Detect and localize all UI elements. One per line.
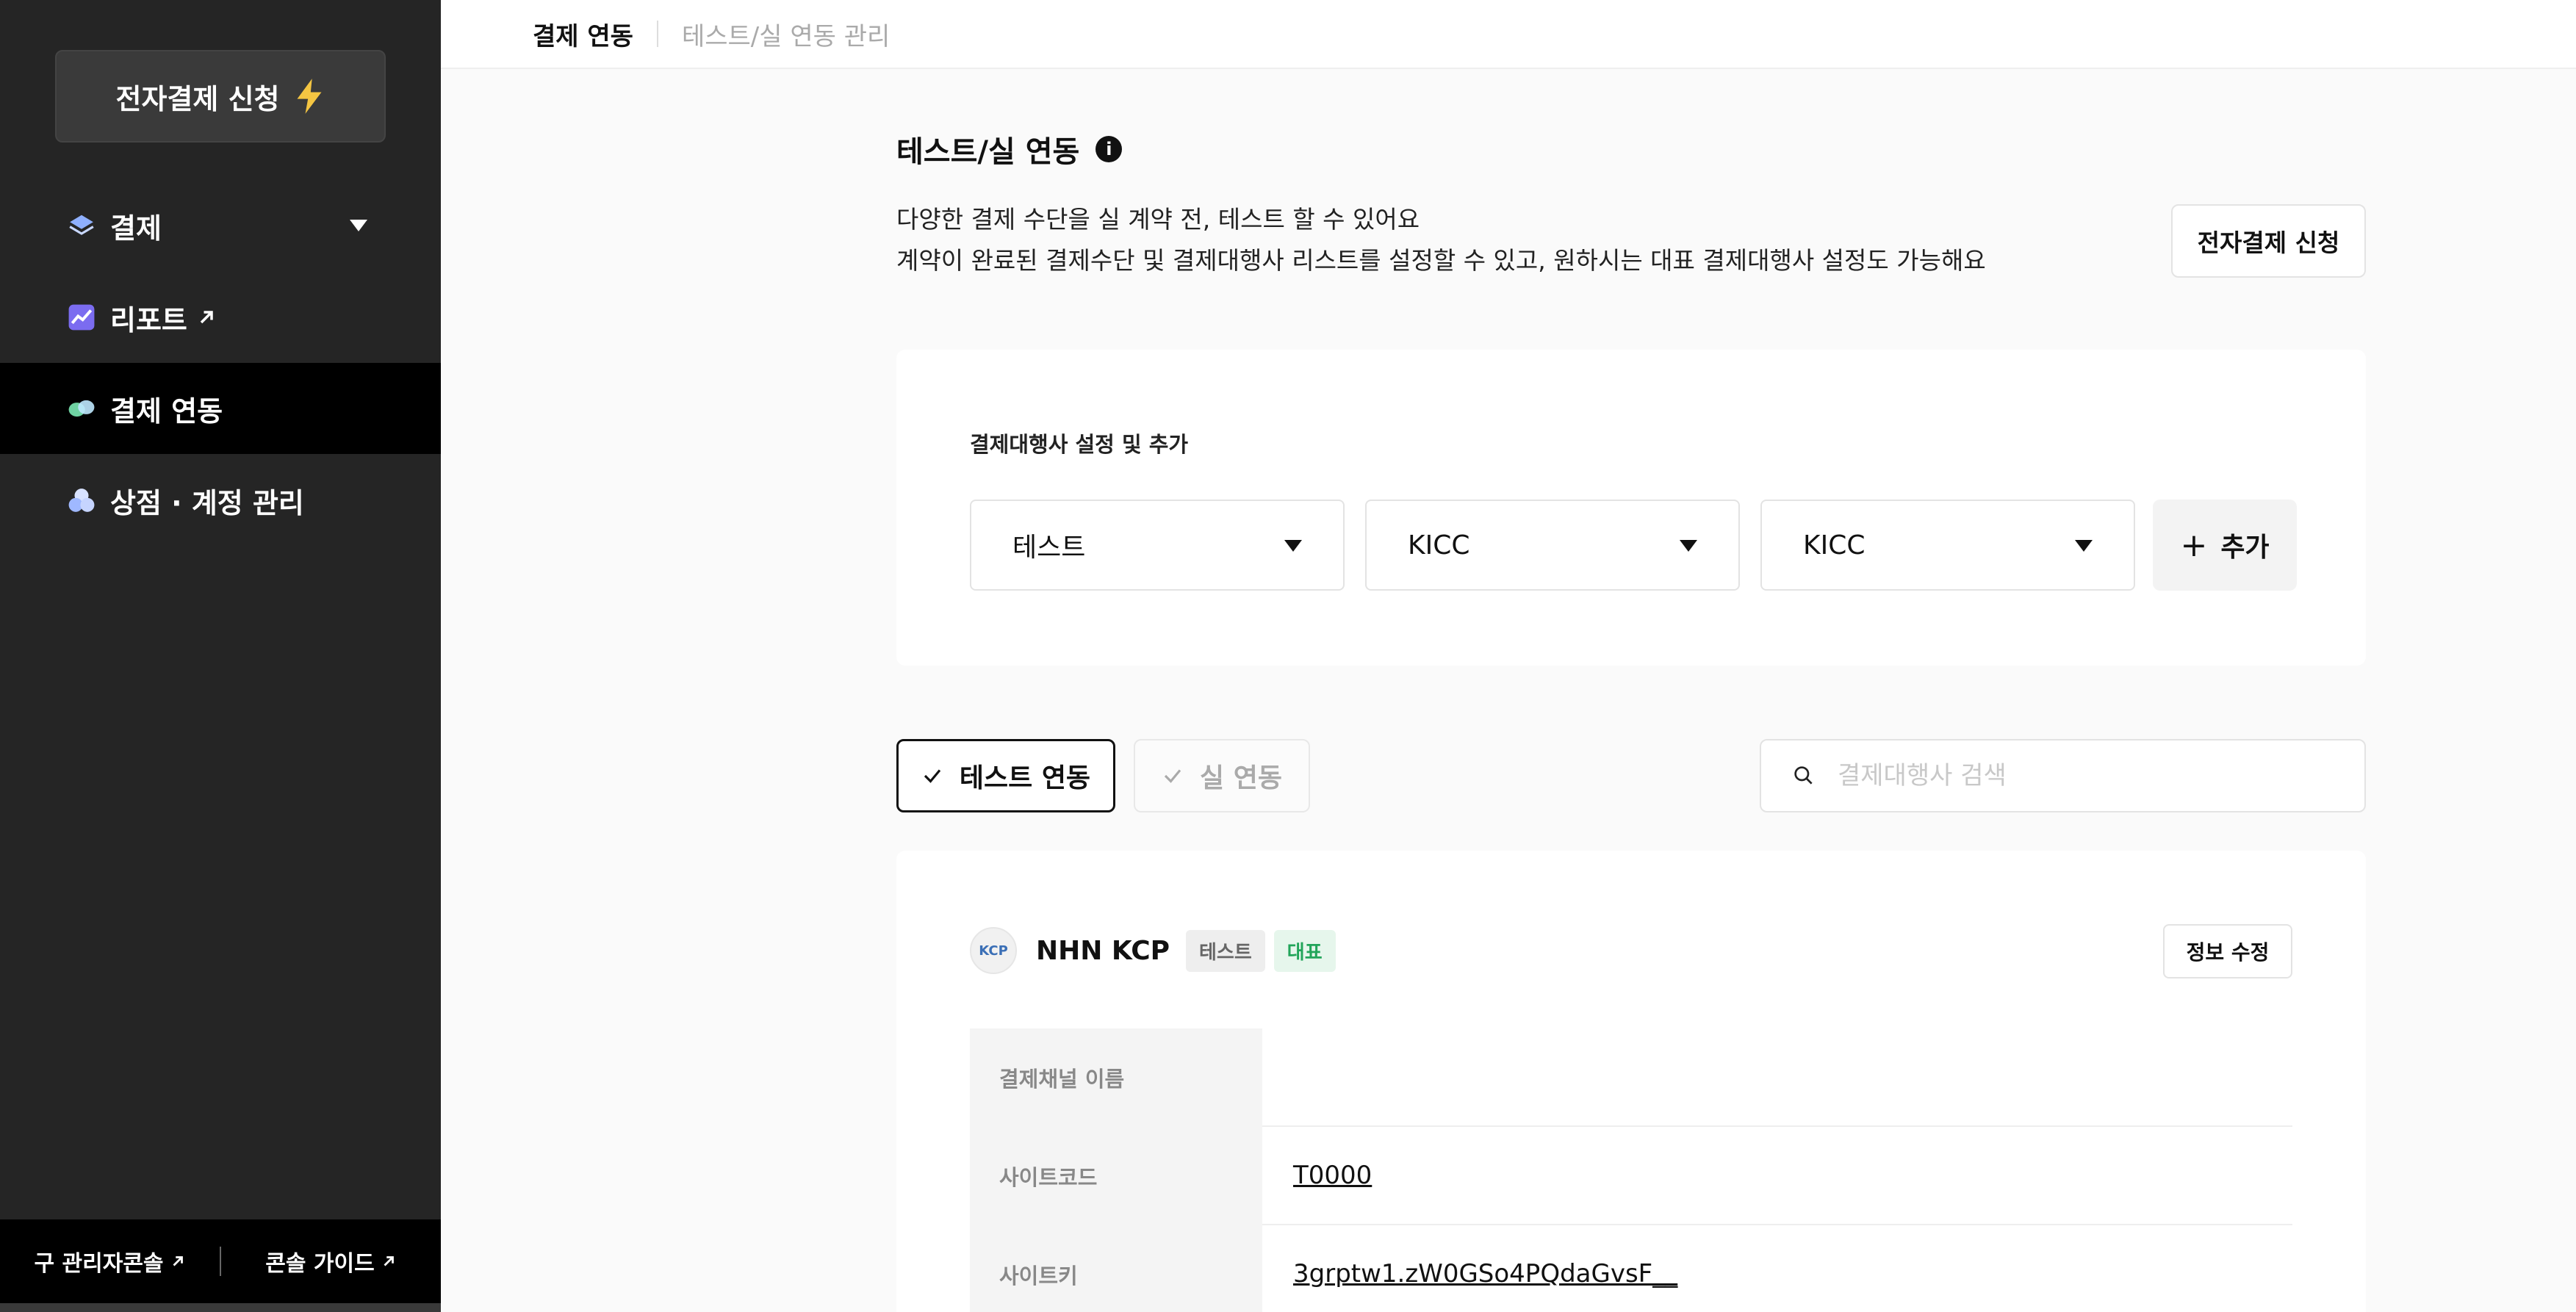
apply-payment-button[interactable]: 전자결제 신청 <box>2171 204 2366 278</box>
search-icon <box>1794 766 1813 785</box>
app-root: 전자결제 신청 결제 리포트 결제 연동 상점 · 계정 관리 구 관리자콘솔 … <box>0 0 2576 1312</box>
live-integration-label: 실 연동 <box>1200 763 1282 793</box>
pg-sub-select[interactable]: KICC <box>1760 500 2135 591</box>
pg-detail-card: KCP NHN KCP 테스트 대표 정보 수정 결제채널 이름 사이트코드 T… <box>896 851 2366 1312</box>
pg-select-value: KICC <box>1408 530 1470 561</box>
external-link-icon <box>200 311 213 324</box>
sidebar-item-label: 상점 · 계정 관리 <box>110 486 304 519</box>
check-icon <box>924 769 941 783</box>
console-guide-label: 콘솔 가이드 <box>265 1251 375 1277</box>
add-pg-button[interactable]: + 추가 <box>2153 500 2297 591</box>
top-tab-bar: 결제 연동 테스트/실 연동 관리 <box>441 0 2576 69</box>
sidebar-apply-label: 전자결제 신청 <box>115 82 280 115</box>
check-icon <box>1164 769 1181 783</box>
detail-row-site-code: 사이트코드 T0000 <box>970 1127 2292 1225</box>
chart-icon <box>68 304 95 331</box>
chevron-down-icon[interactable] <box>350 220 367 231</box>
detail-key: 결제채널 이름 <box>970 1028 1262 1127</box>
sidebar-apply-button[interactable]: 전자결제 신청 <box>55 50 386 143</box>
pg-sub-select-value: KICC <box>1803 530 1866 561</box>
page-title-text: 테스트/실 연동 <box>896 135 1080 169</box>
pg-name: NHN KCP <box>1036 935 1170 966</box>
tab-divider <box>656 21 658 47</box>
sidebar-footer: 구 관리자콘솔 콘솔 가이드 <box>0 1219 441 1303</box>
sidebar-item-store-account[interactable]: 상점 · 계정 관리 <box>0 455 441 546</box>
env-select[interactable]: 테스트 <box>970 500 1345 591</box>
detail-row-channel-name: 결제채널 이름 <box>970 1028 2292 1127</box>
external-link-icon <box>173 1256 183 1266</box>
console-guide-link[interactable]: 콘솔 가이드 <box>221 1245 441 1277</box>
pg-select[interactable]: KICC <box>1365 500 1740 591</box>
chevron-down-icon <box>1680 540 1697 552</box>
detail-key: 사이트키 <box>970 1225 1262 1312</box>
sidebar-item-report[interactable]: 리포트 <box>0 272 441 363</box>
old-console-label: 구 관리자콘솔 <box>34 1251 164 1277</box>
page-description-line1: 다양한 결제 수단을 실 계약 전, 테스트 할 수 있어요 <box>896 205 1420 234</box>
sidebar-item-integration[interactable]: 결제 연동 <box>0 363 441 454</box>
env-select-value: 테스트 <box>1012 533 1086 563</box>
tab-integration[interactable]: 결제 연동 <box>533 16 633 52</box>
sidebar-item-payment[interactable]: 결제 <box>0 180 441 271</box>
tab-test-live-management[interactable]: 테스트/실 연동 관리 <box>682 16 890 52</box>
detail-value[interactable]: T0000 <box>1262 1127 2292 1225</box>
sidebar: 전자결제 신청 결제 리포트 결제 연동 상점 · 계정 관리 구 관리자콘솔 … <box>0 0 441 1312</box>
chevron-down-icon <box>2075 540 2093 552</box>
detail-value[interactable]: 3grptw1.zW0GSo4PQdaGvsF__ <box>1262 1225 2292 1312</box>
sidebar-item-label: 결제 연동 <box>110 394 223 428</box>
link-icon <box>68 400 95 417</box>
sidebar-item-label: 결제 <box>110 212 162 245</box>
external-link-icon <box>384 1256 394 1266</box>
pg-search[interactable] <box>1760 739 2366 812</box>
primary-badge: 대표 <box>1273 929 1336 972</box>
detail-key: 사이트코드 <box>970 1127 1262 1225</box>
chevron-down-icon <box>1284 540 1302 552</box>
detail-value <box>1262 1028 2292 1127</box>
pg-logo: KCP <box>970 927 1017 974</box>
detail-row-site-key: 사이트키 3grptw1.zW0GSo4PQdaGvsF__ <box>970 1225 2292 1312</box>
add-pg-label: 추가 <box>2220 533 2270 563</box>
pg-search-input[interactable] <box>1838 761 2352 790</box>
live-integration-toggle[interactable]: 실 연동 <box>1134 739 1310 812</box>
page-description-line2: 계약이 완료된 결제수단 및 결제대행사 리스트를 설정할 수 있고, 원하시는… <box>896 246 1986 275</box>
info-icon[interactable]: i <box>1095 136 1123 162</box>
page-title: 테스트/실 연동 i <box>896 128 1123 170</box>
plus-icon: + <box>2180 526 2208 564</box>
pg-settings-label: 결제대행사 설정 및 추가 <box>970 432 1189 457</box>
sidebar-bottom-bar <box>0 1303 441 1312</box>
lightning-icon <box>297 79 321 114</box>
test-integration-label: 테스트 연동 <box>959 763 1091 793</box>
pg-settings-card: 결제대행사 설정 및 추가 테스트 KICC KICC + 추가 <box>896 350 2366 666</box>
users-icon <box>68 489 95 512</box>
test-integration-toggle[interactable]: 테스트 연동 <box>896 739 1115 812</box>
layers-icon <box>69 215 94 235</box>
old-console-link[interactable]: 구 관리자콘솔 <box>0 1245 220 1277</box>
sidebar-item-label: 리포트 <box>110 303 187 336</box>
edit-info-button[interactable]: 정보 수정 <box>2163 924 2292 978</box>
status-badge: 테스트 <box>1186 929 1265 972</box>
pg-detail-header: KCP NHN KCP 테스트 대표 <box>970 927 1345 974</box>
